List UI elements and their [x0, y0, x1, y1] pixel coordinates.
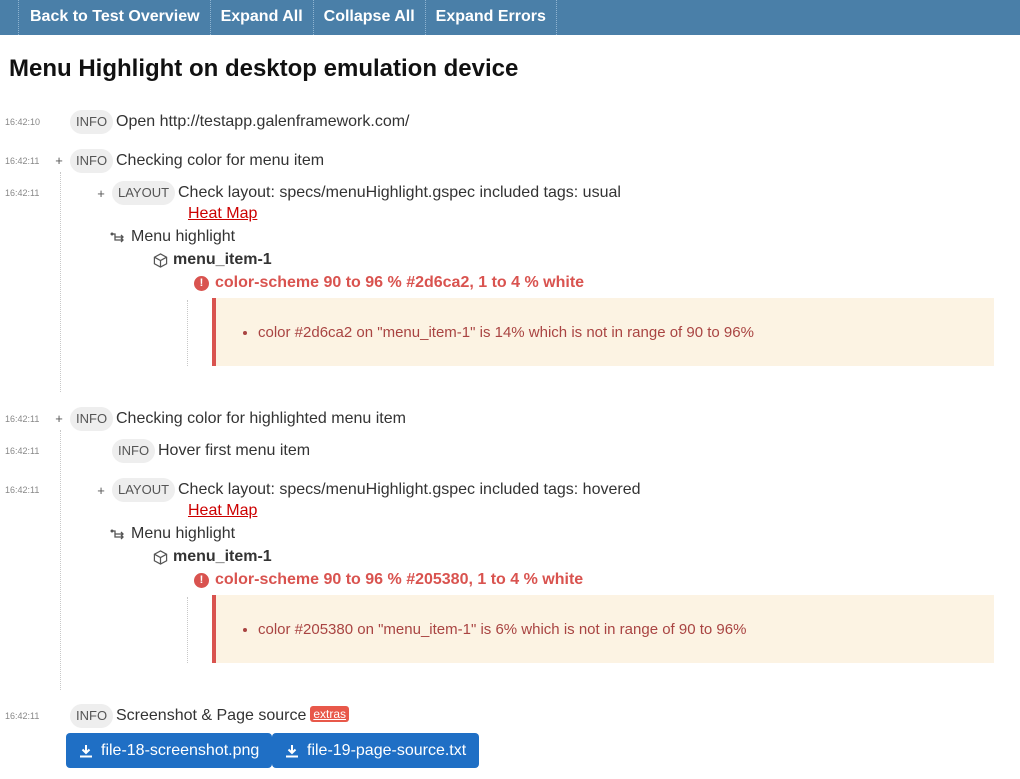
expand-toggle[interactable]: + — [52, 154, 66, 168]
page-source-file-button[interactable]: file-19-page-source.txt — [272, 733, 480, 768]
download-icon — [286, 744, 298, 757]
section-title[interactable]: Menu highlight — [110, 228, 235, 246]
error-message-box: color #205380 on "menu_item-1" is 6% whi… — [212, 595, 994, 663]
info-tag: INFO — [70, 149, 114, 173]
entry-time: 16:42:10 — [5, 117, 41, 127]
error-message-box: color #2d6ca2 on "menu_item-1" is 14% wh… — [212, 298, 994, 366]
entry-message: Checking color for menu item — [116, 152, 325, 169]
expand-toggle[interactable]: + — [94, 187, 108, 201]
error-message: color #2d6ca2 on "menu_item-1" is 14% wh… — [258, 324, 754, 341]
extras-badge[interactable]: extras — [310, 706, 350, 722]
expand-toggle[interactable]: + — [52, 412, 66, 426]
entry-message: Checking color for highlighted menu item — [116, 410, 406, 427]
screenshot-file-button[interactable]: file-18-screenshot.png — [66, 733, 273, 768]
expand-errors-button[interactable]: Expand Errors — [426, 0, 557, 35]
error-message: color #205380 on "menu_item-1" is 6% whi… — [258, 621, 746, 638]
expand-all-button[interactable]: Expand All — [211, 0, 314, 35]
tree-guide-line — [187, 597, 188, 663]
object-title[interactable]: menu_item-1 — [153, 548, 272, 566]
back-to-overview-button[interactable]: Back to Test Overview — [18, 0, 211, 35]
section-branch-icon — [110, 529, 124, 539]
file-name: file-18-screenshot.png — [101, 741, 260, 759]
failed-spec[interactable]: ! color-scheme 90 to 96 % #205380, 1 to … — [194, 571, 583, 589]
entry-message: Screenshot & Page source extras — [116, 706, 350, 726]
info-tag: INFO — [112, 439, 156, 463]
tree-guide-line — [187, 300, 188, 366]
entry-message: Check layout: specs/menuHighlight.gspec … — [178, 184, 621, 201]
exclamation-circle-icon: ! — [194, 572, 209, 588]
entry-message: Hover first menu item — [158, 442, 311, 459]
cube-icon — [153, 252, 168, 268]
info-tag: INFO — [70, 704, 114, 728]
heat-map-link[interactable]: Heat Map — [188, 502, 257, 520]
expand-toggle[interactable]: + — [94, 484, 108, 498]
tree-guide-line — [60, 172, 61, 392]
spec-text: color-scheme 90 to 96 % #205380, 1 to 4 … — [215, 571, 584, 588]
entry-message: Open http://testapp.galenframework.com/ — [116, 113, 410, 130]
collapse-all-button[interactable]: Collapse All — [314, 0, 426, 35]
file-name: file-19-page-source.txt — [307, 741, 467, 759]
top-toolbar: Back to Test Overview Expand All Collaps… — [0, 0, 1020, 35]
exclamation-circle-icon: ! — [194, 275, 209, 291]
heat-map-link[interactable]: Heat Map — [188, 205, 257, 223]
failed-spec[interactable]: ! color-scheme 90 to 96 % #2d6ca2, 1 to … — [194, 274, 584, 292]
info-tag: INFO — [70, 110, 114, 134]
layout-tag: LAYOUT — [112, 181, 176, 205]
section-title[interactable]: Menu highlight — [110, 525, 235, 543]
info-tag: INFO — [70, 407, 114, 431]
entry-message: Check layout: specs/menuHighlight.gspec … — [178, 481, 641, 498]
entry-time: 16:42:11 — [5, 188, 40, 198]
entry-message-text: Screenshot & Page source — [116, 707, 307, 724]
entry-time: 16:42:11 — [5, 156, 40, 166]
entry-time: 16:42:11 — [5, 414, 40, 424]
object-label: menu_item-1 — [173, 548, 272, 565]
tree-guide-line — [60, 430, 61, 690]
object-title[interactable]: menu_item-1 — [153, 251, 272, 269]
section-label: Menu highlight — [131, 228, 236, 245]
entry-time: 16:42:11 — [5, 485, 40, 495]
layout-tag: LAYOUT — [112, 478, 176, 502]
spec-text: color-scheme 90 to 96 % #2d6ca2, 1 to 4 … — [215, 274, 585, 291]
object-label: menu_item-1 — [173, 251, 272, 268]
section-branch-icon — [110, 232, 124, 242]
entry-time: 16:42:11 — [5, 711, 40, 721]
download-icon — [80, 744, 92, 757]
section-label: Menu highlight — [131, 525, 236, 542]
entry-time: 16:42:11 — [5, 446, 40, 456]
cube-icon — [153, 549, 168, 565]
page-title: Menu Highlight on desktop emulation devi… — [9, 55, 519, 82]
